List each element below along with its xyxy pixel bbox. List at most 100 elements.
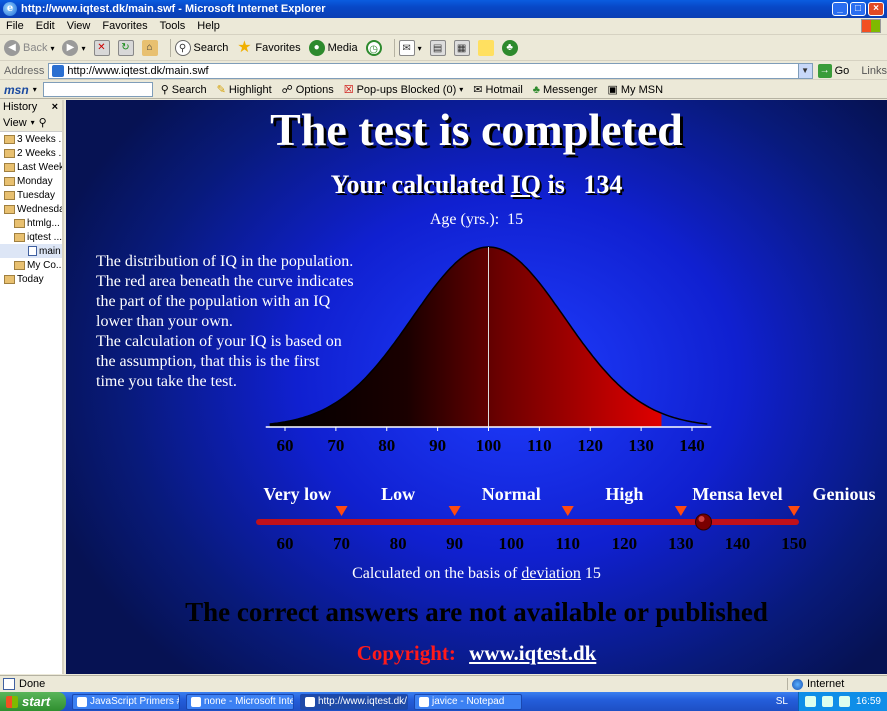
scale-tick-label: 120 bbox=[612, 534, 638, 553]
close-button[interactable]: × bbox=[868, 2, 884, 16]
note-icon bbox=[477, 40, 494, 56]
history-view-label: View bbox=[3, 116, 27, 129]
window-title-bar[interactable]: e http://www.iqtest.dk/main.swf - Micros… bbox=[0, 0, 887, 18]
folder-icon bbox=[14, 260, 25, 270]
security-zone: Internet bbox=[787, 678, 887, 690]
taskbar-item-notepad[interactable]: javice - Notepad bbox=[414, 693, 522, 710]
chevron-down-icon: ▾ bbox=[30, 118, 35, 127]
menu-favorites[interactable]: Favorites bbox=[96, 20, 153, 32]
page-icon bbox=[3, 678, 15, 690]
volume-icon[interactable] bbox=[821, 696, 833, 707]
history-item-today[interactable]: Today bbox=[0, 272, 62, 286]
language-indicator[interactable]: SL bbox=[776, 696, 788, 707]
msn-search-input[interactable] bbox=[42, 82, 153, 97]
window-icon bbox=[191, 696, 201, 707]
history-item-2-weeks[interactable]: 2 Weeks ... bbox=[0, 146, 62, 160]
popups-label: Pop-ups Blocked (0) bbox=[356, 83, 457, 96]
msn-logo[interactable]: msn bbox=[4, 83, 29, 97]
deviation-link[interactable]: deviation bbox=[521, 565, 581, 582]
edit-button[interactable]: ▦ bbox=[453, 40, 470, 56]
history-item-iqtest[interactable]: iqtest ... bbox=[0, 230, 62, 244]
chevron-down-icon[interactable]: ▼ bbox=[797, 63, 812, 78]
deviation-value: 15 bbox=[584, 565, 601, 582]
history-item-tuesday[interactable]: Tuesday bbox=[0, 188, 62, 202]
messenger-toolbar-button[interactable]: ♣ bbox=[501, 40, 518, 56]
media-button[interactable]: ● Media bbox=[308, 40, 358, 56]
task-label: javice - Notepad bbox=[432, 696, 505, 707]
score-marker-highlight bbox=[698, 516, 705, 522]
start-button[interactable]: start bbox=[0, 692, 66, 711]
stop-button[interactable]: ✕ bbox=[93, 40, 110, 56]
minimize-button[interactable]: _ bbox=[832, 2, 848, 16]
mail-icon: ✉ bbox=[398, 40, 415, 56]
security-icon[interactable] bbox=[838, 696, 850, 707]
page-icon bbox=[28, 246, 37, 256]
iq-distribution-chart: 60 70 80 90 100 110 120 130 140 Very low Low Normal… bbox=[256, 246, 876, 553]
history-item-last-week[interactable]: Last Week bbox=[0, 160, 62, 174]
menu-tools[interactable]: Tools bbox=[154, 20, 192, 32]
mymsn-icon: ▣ bbox=[607, 84, 618, 96]
history-button[interactable]: ◷ bbox=[365, 40, 382, 56]
history-close-button[interactable]: × bbox=[52, 101, 58, 113]
history-item-htmlg[interactable]: htmlg... bbox=[0, 216, 62, 230]
scale-tick-label: 100 bbox=[498, 534, 524, 553]
search-icon: ⚲ bbox=[160, 84, 169, 96]
links-button[interactable]: Links bbox=[861, 65, 887, 77]
menu-file[interactable]: File bbox=[0, 20, 30, 32]
scale-tick-label: 80 bbox=[390, 534, 407, 553]
chevron-down-icon[interactable]: ▾ bbox=[33, 85, 37, 94]
history-item-main[interactable]: main bbox=[0, 244, 62, 258]
network-icon[interactable] bbox=[804, 696, 816, 707]
msn-search-button[interactable]: ⚲ Search bbox=[160, 83, 207, 97]
back-button[interactable]: ◀ Back ▾ bbox=[4, 40, 54, 56]
history-view-button[interactable]: View ▾ ⚲ bbox=[0, 114, 62, 132]
taskbar-item-iqtest[interactable]: http://www.iqtest.dk/... bbox=[300, 693, 408, 710]
answers-warning: The correct answers are not available or… bbox=[185, 597, 768, 627]
hotmail-button[interactable]: ✉ Hotmail bbox=[473, 83, 523, 97]
highlight-button[interactable]: ✎ Highlight bbox=[217, 83, 272, 97]
task-label: none - Microsoft Inte... bbox=[204, 696, 294, 707]
taskbar-item-javascript[interactable]: JavaScript Primers #... bbox=[72, 693, 180, 710]
go-button[interactable]: → Go bbox=[817, 63, 849, 78]
history-item-wednesday[interactable]: Wednesday bbox=[0, 202, 62, 216]
mail-button[interactable]: ✉ ▾ bbox=[398, 40, 422, 56]
menu-view[interactable]: View bbox=[61, 20, 97, 32]
history-item-my-computer[interactable]: My Co... bbox=[0, 258, 62, 272]
copyright-label: Copyright: bbox=[356, 641, 456, 665]
menu-help[interactable]: Help bbox=[191, 20, 226, 32]
taskbar-item-none-ie[interactable]: none - Microsoft Inte... bbox=[186, 693, 294, 710]
popups-button[interactable]: ☒ Pop-ups Blocked (0) ▾ bbox=[344, 83, 464, 97]
boundary-marker bbox=[788, 506, 800, 516]
forward-button[interactable]: ▶ ▾ bbox=[62, 40, 86, 56]
window-controls: _ □ × bbox=[832, 2, 884, 16]
search-history-icon[interactable]: ⚲ bbox=[39, 116, 47, 129]
history-item-monday[interactable]: Monday bbox=[0, 174, 62, 188]
task-label: http://www.iqtest.dk/... bbox=[318, 696, 408, 707]
maximize-button[interactable]: □ bbox=[850, 2, 866, 16]
discuss-button[interactable] bbox=[477, 40, 494, 56]
stop-icon: ✕ bbox=[93, 40, 110, 56]
highlight-label: Highlight bbox=[228, 83, 272, 96]
history-item-label: 3 Weeks ... bbox=[17, 133, 62, 145]
search-button[interactable]: ⚲ Search bbox=[174, 40, 228, 56]
history-header: History × bbox=[0, 100, 62, 114]
favorites-button[interactable]: ★ Favorites bbox=[236, 40, 300, 56]
calendar-icon bbox=[4, 148, 15, 158]
messenger-button[interactable]: ♣ Messenger bbox=[533, 84, 598, 96]
mymsn-button[interactable]: ▣ My MSN bbox=[607, 83, 663, 97]
msn-search-label: Search bbox=[171, 83, 207, 96]
print-button[interactable]: ▤ bbox=[429, 40, 446, 56]
standard-toolbar: ◀ Back ▾ ▶ ▾ ✕ ↻ ⌂ ⚲ Search ★ Favorites … bbox=[0, 36, 887, 61]
messenger-label: Messenger bbox=[543, 83, 598, 96]
history-item-3-weeks[interactable]: 3 Weeks ... bbox=[0, 132, 62, 146]
forward-arrow-icon: ▶ bbox=[62, 40, 79, 56]
options-button[interactable]: ☍ Options bbox=[282, 83, 334, 97]
copyright-link[interactable]: www.iqtest.dk bbox=[469, 641, 596, 665]
address-input[interactable]: http://www.iqtest.dk/main.swf ▼ bbox=[48, 62, 813, 79]
history-item-label: Wednesday bbox=[17, 203, 62, 215]
home-button[interactable]: ⌂ bbox=[141, 40, 158, 56]
menu-edit[interactable]: Edit bbox=[30, 20, 61, 32]
refresh-button[interactable]: ↻ bbox=[117, 40, 134, 56]
page-icon bbox=[52, 64, 65, 77]
hotmail-label: Hotmail bbox=[485, 83, 523, 96]
